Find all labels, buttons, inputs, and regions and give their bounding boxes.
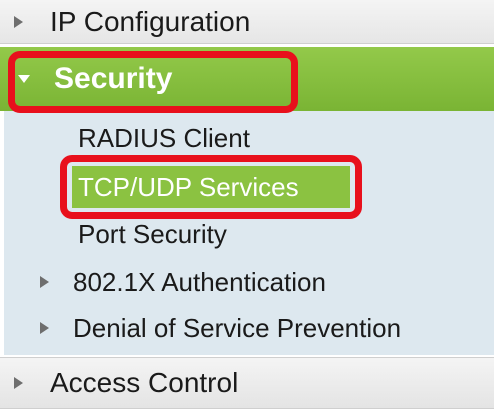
navigation-tree: IP Configuration Security RADIUS Client … bbox=[0, 0, 494, 412]
nav-item-port-security[interactable]: Port Security bbox=[78, 214, 227, 254]
nav-item-label: Access Control bbox=[50, 367, 239, 398]
nav-item-access-control[interactable]: Access Control bbox=[0, 357, 494, 409]
nav-item-label: Port Security bbox=[78, 218, 227, 249]
triangle-right-icon bbox=[40, 322, 49, 334]
security-callout-highlight bbox=[8, 51, 298, 113]
nav-item-denial-of-service-prevention[interactable]: Denial of Service Prevention bbox=[40, 308, 401, 348]
nav-item-label: 802.1X Authentication bbox=[73, 266, 326, 297]
tcp-udp-callout-highlight bbox=[60, 155, 362, 219]
triangle-right-icon bbox=[14, 15, 23, 28]
nav-item-ip-configuration[interactable]: IP Configuration bbox=[0, 0, 494, 44]
nav-item-label: Denial of Service Prevention bbox=[73, 312, 402, 343]
nav-item-radius-client[interactable]: RADIUS Client bbox=[78, 118, 250, 158]
triangle-right-icon bbox=[40, 276, 49, 288]
nav-item-label: RADIUS Client bbox=[78, 122, 250, 153]
triangle-right-icon bbox=[14, 377, 23, 389]
nav-item-label: IP Configuration bbox=[50, 5, 251, 37]
nav-item-8021x-authentication[interactable]: 802.1X Authentication bbox=[40, 262, 326, 302]
